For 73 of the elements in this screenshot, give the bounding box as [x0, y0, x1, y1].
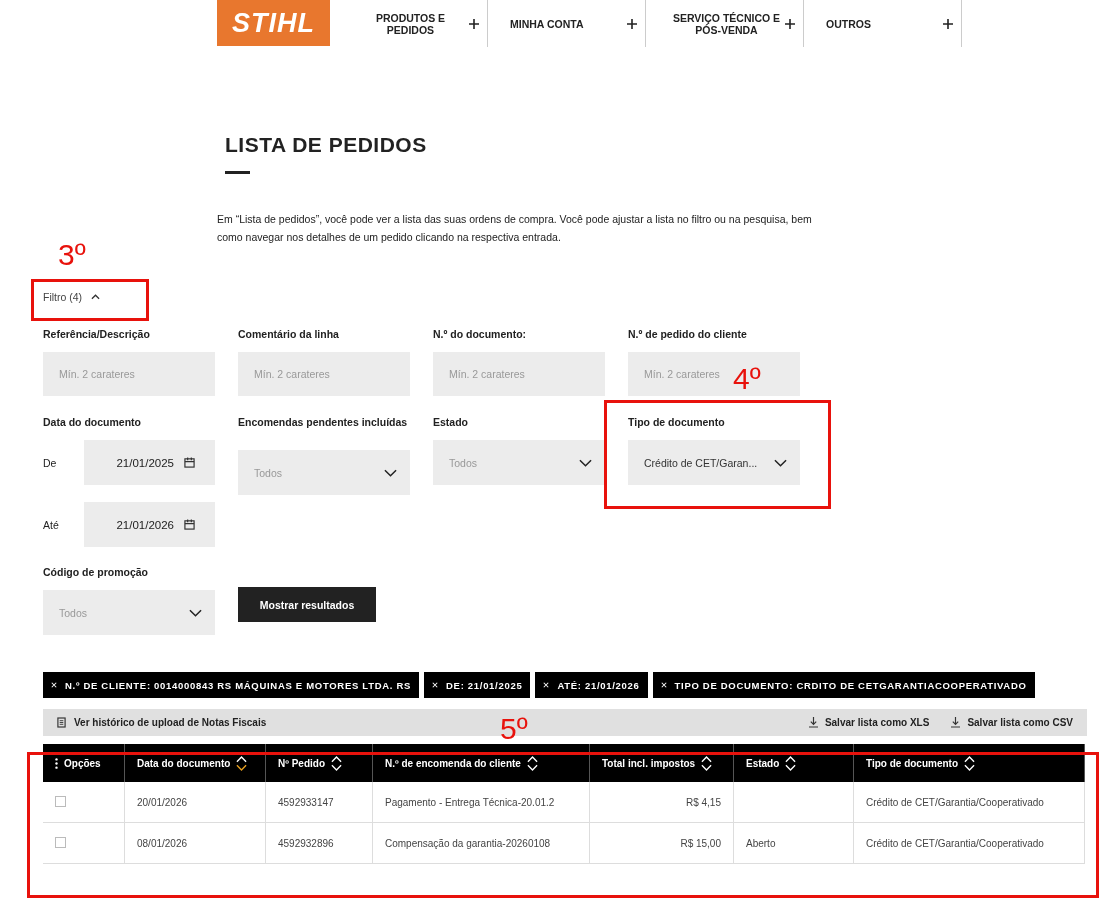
- input-field[interactable]: Mín. 2 carateres: [433, 352, 605, 396]
- kebab-icon: [55, 757, 58, 769]
- page-description: Em “Lista de pedidos”, você pode ver a lista das suas ordens de compra. Você pode ajustar a lista no filtro ou na pesquisa, bem como navegar nos detalhes de um pedido clicando na respectiva entrada.: [217, 212, 813, 245]
- chevron-down-icon: [384, 468, 397, 477]
- plus-icon: [627, 18, 637, 29]
- filter-toggle[interactable]: Filtro (4): [43, 289, 101, 305]
- close-icon[interactable]: [432, 682, 439, 688]
- field-label: N.º de pedido do cliente: [628, 328, 748, 342]
- annotation-label: 3º: [58, 240, 86, 270]
- select-field[interactable]: Crédito de CET/Garan...: [628, 440, 800, 485]
- document-icon: [57, 717, 66, 728]
- field-label: Encomendas pendentes incluídas: [238, 416, 409, 430]
- sort-icon: [964, 755, 976, 771]
- sort-icon: [236, 755, 248, 771]
- sort-icon: [331, 755, 342, 771]
- filter-chip[interactable]: N.º DE CLIENTE: 0014000843 RS MÁQUINAS E MOTORES LTDA. RS: [43, 672, 420, 698]
- row-checkbox[interactable]: [55, 795, 66, 807]
- table-cell: 4592932896: [278, 837, 334, 849]
- chevron-icon: [91, 294, 101, 300]
- field-label: Data do documento: [43, 416, 142, 430]
- sort-icon: [526, 755, 538, 771]
- input-field[interactable]: Mín. 2 carateres: [43, 352, 215, 396]
- annotation-label: 5º: [500, 714, 528, 744]
- nav-item[interactable]: PRODUTOS E PEDIDOS: [330, 0, 488, 47]
- date-field[interactable]: 21/01/2026: [84, 502, 215, 547]
- table-cell: 08/01/2026: [137, 837, 188, 849]
- download-icon: [808, 717, 818, 728]
- filter-chip[interactable]: DE: 21/01/2025: [424, 672, 531, 698]
- table-cell: Crédito de CET/Garantia/Cooperativado: [866, 837, 1044, 849]
- row-checkbox[interactable]: [55, 836, 66, 848]
- table-cell: Crédito de CET/Garantia/Cooperativado: [866, 796, 1044, 808]
- chevron-down-icon: [189, 608, 202, 617]
- sort-icon: [785, 755, 797, 771]
- chevron-down-icon: [774, 458, 787, 467]
- filter-chip[interactable]: TIPO DE DOCUMENTO: CRDITO DE CETGARANTIACOOPERATIVADO: [652, 672, 1035, 698]
- table-cell: R$ 4,15: [685, 796, 721, 808]
- nav-item[interactable]: MINHA CONTA: [488, 0, 646, 47]
- date-label: De: [43, 456, 58, 469]
- date-field[interactable]: 21/01/2025: [84, 440, 215, 485]
- field-label: Estado: [433, 416, 469, 430]
- show-results-button[interactable]: Mostrar resultados: [238, 587, 376, 622]
- chevron-down-icon: [579, 458, 592, 467]
- nav-item[interactable]: SERVIÇO TÉCNICO E PÓS-VENDA: [646, 0, 804, 47]
- plus-icon: [469, 18, 479, 29]
- table-cell: R$ 15,00: [680, 837, 721, 849]
- page-title: LISTA DE PEDIDOS: [225, 133, 428, 157]
- calendar-icon: [184, 519, 195, 530]
- export-link[interactable]: Salvar lista como XLS: [808, 717, 930, 728]
- download-icon: [951, 717, 961, 728]
- history-link[interactable]: Ver histórico de upload de Notas Fiscais: [74, 717, 267, 728]
- field-label: N.º do documento:: [433, 328, 528, 342]
- export-link[interactable]: Salvar lista como CSV: [951, 717, 1073, 728]
- field-label: Comentário da linha: [238, 328, 340, 342]
- plus-icon: [785, 18, 795, 29]
- table-cell: Compensação da garantia-20260108: [385, 837, 551, 849]
- filter-chip[interactable]: ATÉ: 21/01/2026: [535, 672, 648, 698]
- close-icon[interactable]: [543, 682, 550, 688]
- field-label: Tipo de documento: [628, 416, 726, 430]
- plus-icon: [943, 18, 953, 29]
- table-cell: 4592933147: [278, 796, 334, 808]
- calendar-icon: [184, 457, 195, 468]
- table-cell: 20/01/2026: [137, 796, 188, 808]
- sort-icon: [701, 755, 713, 771]
- input-field[interactable]: Mín. 2 carateres: [238, 352, 410, 396]
- nav-item[interactable]: OUTROS: [804, 0, 962, 47]
- field-label: Referência/Descrição: [43, 328, 151, 342]
- annotation-label: 4º: [733, 364, 761, 394]
- close-icon[interactable]: [660, 682, 667, 688]
- field-label: Código de promoção: [43, 566, 149, 580]
- table-cell: Aberto: [746, 837, 776, 849]
- date-label: Até: [43, 518, 60, 531]
- table-cell: Pagamento - Entrega Técnica-20.01.2: [385, 796, 555, 808]
- close-icon[interactable]: [51, 682, 57, 688]
